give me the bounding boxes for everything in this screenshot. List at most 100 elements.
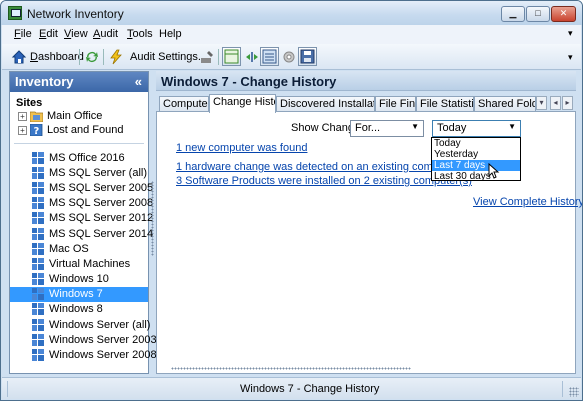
inventory-pane: Inventory « Sites + Main Office + ? Lost…	[9, 71, 157, 374]
site-main-office[interactable]: + Main Office	[10, 109, 148, 123]
help-icon: ?	[30, 124, 43, 136]
change-history-panel: Show Change: For... ▼ Today ▼ Today Yest…	[156, 111, 582, 374]
list-item[interactable]: MS SQL Server (all)	[10, 165, 148, 180]
change-type-select[interactable]: For... ▼	[350, 120, 424, 137]
menu-file[interactable]: File	[14, 28, 32, 40]
home-icon	[11, 50, 27, 64]
list-item[interactable]: Windows Server (all)	[10, 317, 150, 332]
minimize-button[interactable]: ▁	[501, 6, 525, 22]
split-icon	[246, 52, 258, 62]
period-dropdown-list: Today Yesterday Last 7 days Last 30 days	[431, 137, 521, 182]
windows-logo-icon	[32, 318, 44, 331]
grid-view-button[interactable]	[222, 47, 241, 66]
windows-logo-icon	[32, 197, 44, 210]
windows-logo-icon	[32, 257, 44, 270]
list-item[interactable]: MS SQL Server 2005	[10, 180, 153, 195]
tab-file-find[interactable]: File Find	[375, 96, 416, 112]
sites-title: Sites	[16, 97, 43, 109]
chevron-down-icon: ▼	[411, 122, 419, 131]
collapse-pane-button[interactable]: «	[135, 74, 142, 89]
list-item[interactable]: Windows 8	[10, 302, 148, 317]
page-title: Windows 7 - Change History	[156, 71, 576, 91]
status-divider	[7, 381, 8, 397]
site-lost-and-found[interactable]: + ? Lost and Found	[10, 123, 148, 137]
tab-computers[interactable]: Computers	[159, 96, 209, 112]
list-item[interactable]: MS SQL Server 2012	[10, 211, 153, 226]
list-item[interactable]: Windows Server 2003	[10, 332, 157, 347]
windows-logo-icon	[32, 333, 44, 346]
app-icon	[8, 6, 22, 20]
windows-logo-icon	[32, 227, 44, 240]
status-text: Windows 7 - Change History	[240, 383, 380, 395]
list-item[interactable]: MS Office 2016	[10, 150, 148, 165]
close-button[interactable]: ✕	[551, 6, 576, 22]
app-window: Network Inventory ▁ □ ✕ File Edit View A…	[0, 0, 583, 401]
inventory-header: Inventory «	[10, 72, 148, 92]
period-select[interactable]: Today ▼	[432, 120, 521, 137]
menu-tools[interactable]: Tools	[127, 28, 153, 40]
tab-strip: Computers Change History Discovered Inst…	[156, 94, 576, 113]
windows-logo-icon	[32, 349, 44, 362]
list-item-selected[interactable]: Windows 7	[10, 286, 148, 302]
windows-logo-icon	[32, 212, 44, 225]
status-divider	[562, 381, 563, 397]
tab-file-statistics[interactable]: File Statistics	[416, 96, 474, 112]
folder-icon	[30, 111, 43, 122]
toolbar-separator	[103, 49, 104, 65]
expand-icon[interactable]: +	[18, 111, 27, 121]
period-option-last-30-days[interactable]: Last 30 days	[432, 171, 520, 182]
audit-settings-button[interactable]: Audit Settings...	[108, 48, 207, 66]
tab-shared-folders[interactable]: Shared Folders	[474, 96, 536, 112]
toolbar: Dashboard Audit Settings... ▾	[2, 44, 581, 70]
hardware-change-link[interactable]: 1 hardware change was detected on an exi…	[176, 161, 458, 173]
title-bar[interactable]: Network Inventory ▁ □ ✕	[1, 1, 582, 25]
expand-icon[interactable]: +	[18, 125, 27, 135]
menu-help[interactable]: Help	[159, 28, 182, 40]
period-option-today[interactable]: Today	[432, 138, 520, 149]
refresh-icon	[86, 52, 98, 62]
menu-edit[interactable]: Edit	[39, 28, 58, 40]
toolbar-separator	[218, 49, 219, 65]
inventory-title: Inventory	[15, 74, 74, 89]
tab-change-history[interactable]: Change History	[209, 94, 276, 113]
list-item[interactable]: MS SQL Server 2008	[10, 196, 153, 211]
resize-grip[interactable]	[569, 387, 579, 397]
vertical-splitter[interactable]	[151, 181, 154, 256]
report-view-button[interactable]	[260, 47, 279, 66]
wrench-button[interactable]	[199, 48, 218, 66]
chevron-down-icon: ▼	[508, 122, 516, 131]
toolbar-separator	[79, 49, 80, 65]
menu-overflow-icon[interactable]: ▾	[568, 28, 573, 39]
save-button[interactable]	[298, 47, 317, 66]
toolbar-overflow-icon[interactable]: ▾	[568, 52, 573, 63]
windows-logo-icon	[32, 273, 44, 286]
tab-scroll-left-icon[interactable]: ◂	[550, 96, 561, 110]
software-installed-link[interactable]: 3 Software Products were installed on 2 …	[176, 175, 472, 187]
windows-logo-icon	[32, 242, 44, 255]
horizontal-splitter[interactable]	[171, 367, 411, 370]
period-option-last-7-days[interactable]: Last 7 days	[432, 160, 520, 171]
dashboard-button[interactable]: Dashboard	[11, 48, 84, 66]
svg-text:?: ?	[34, 126, 40, 136]
windows-logo-icon	[32, 181, 44, 194]
list-item[interactable]: Mac OS	[10, 241, 148, 256]
menu-audit[interactable]: Audit	[93, 28, 118, 40]
inventory-list: MS Office 2016 MS SQL Server (all) MS SQ…	[10, 150, 157, 363]
list-item[interactable]: Windows 10	[10, 272, 148, 287]
view-complete-history-link[interactable]: View Complete History...	[473, 196, 582, 208]
window-icon	[262, 49, 277, 64]
period-option-yesterday[interactable]: Yesterday	[432, 149, 520, 160]
tab-discovered-installations[interactable]: Discovered Installations	[276, 96, 375, 112]
menu-view[interactable]: View	[64, 28, 88, 40]
maximize-button[interactable]: □	[526, 6, 550, 22]
tab-scroll-right-icon[interactable]: ▸	[562, 96, 573, 110]
list-item[interactable]: Virtual Machines	[10, 256, 148, 271]
status-bar: Windows 7 - Change History	[2, 377, 581, 399]
new-computer-link[interactable]: 1 new computer was found	[176, 142, 307, 154]
refresh-button[interactable]	[84, 48, 103, 66]
gear-icon	[283, 51, 295, 63]
list-item[interactable]: MS SQL Server 2014	[10, 226, 153, 241]
list-item[interactable]: Windows Server 2008	[10, 347, 157, 362]
tab-list-icon[interactable]: ▾	[536, 96, 547, 110]
windows-logo-icon	[32, 151, 44, 164]
